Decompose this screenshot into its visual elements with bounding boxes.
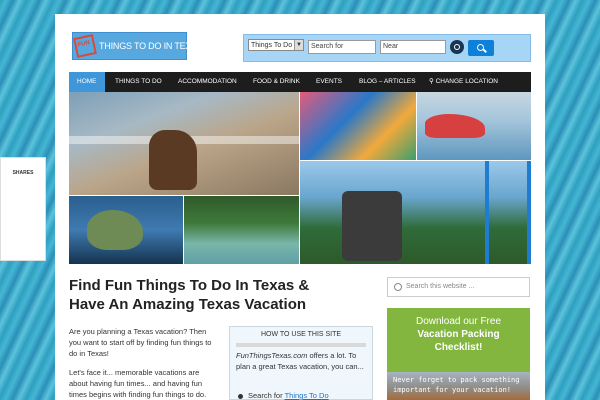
hero-image-sea-turtle — [69, 196, 183, 264]
main-nav: HOME THINGS TO DO ACCOMMODATION FOOD & D… — [69, 72, 531, 92]
nav-item-food-drink[interactable]: FOOD & DRINK — [253, 72, 300, 92]
hero-image-roller-coaster — [300, 161, 531, 264]
share-label: SHARES — [12, 170, 34, 176]
page-container: FUN THINGS TO DO IN TEXAS Things To Do ▼… — [55, 14, 545, 400]
category-select[interactable]: Things To Do ▼ — [248, 39, 304, 51]
search-button[interactable] — [468, 40, 494, 56]
search-icon — [394, 283, 402, 291]
download-checklist-banner[interactable]: Download our Free Vacation Packing Check… — [387, 308, 530, 372]
map-pin-icon: ⚲ — [429, 78, 434, 85]
how-to-bullet: Search for Things To Do — [248, 391, 329, 400]
select-arrow-icon: ▼ — [294, 40, 303, 50]
share-widget[interactable]: SHARES — [0, 157, 46, 261]
page-title: Find Fun Things To Do In Texas & Have An… — [69, 277, 310, 313]
locate-me-icon[interactable] — [450, 40, 464, 54]
divider — [236, 343, 366, 347]
nav-item-home[interactable]: HOME — [69, 72, 105, 92]
hero-image-beach-horseback — [69, 92, 299, 195]
nav-item-events[interactable]: EVENTS — [316, 72, 342, 92]
hero-image-river-tubing — [184, 196, 299, 264]
logo-text: THINGS TO DO IN TEXAS — [99, 41, 203, 51]
location-input[interactable]: Near — [380, 40, 446, 54]
intro-paragraph: Are you planning a Texas vacation? Then … — [69, 327, 212, 358]
how-to-title: HOW TO USE THIS SITE — [260, 331, 342, 338]
how-to-text: FunThingsTexas.com offers a lot. To plan… — [236, 351, 364, 371]
hero-image-jet-ski — [417, 92, 531, 160]
intro-paragraph-2: Let's face it... memorable vacations are… — [69, 368, 207, 399]
how-to-box: HOW TO USE THIS SITE FunThingsTexas.com … — [229, 326, 373, 400]
hero-image-beach-umbrellas — [300, 92, 416, 160]
nav-item-blog[interactable]: BLOG – ARTICLES — [359, 72, 416, 92]
nav-item-change-location[interactable]: ⚲ CHANGE LOCATION — [429, 72, 498, 92]
keyword-input[interactable]: Search for — [308, 40, 376, 54]
nav-item-things-to-do[interactable]: THINGS TO DO — [115, 72, 162, 92]
packing-checklist-image[interactable]: Never forget to pack something important… — [387, 372, 530, 400]
logo-badge: FUN — [73, 34, 97, 58]
sidebar-search-input[interactable]: Search this website ... — [387, 277, 530, 297]
header-search-bar: Things To Do ▼ Search for Near — [243, 34, 531, 62]
things-to-do-link[interactable]: Things To Do — [285, 391, 329, 400]
site-logo[interactable]: FUN THINGS TO DO IN TEXAS — [72, 32, 203, 60]
bullet-icon — [238, 394, 243, 399]
nav-item-accommodation[interactable]: ACCOMMODATION — [178, 72, 237, 92]
hero-collage — [69, 92, 531, 264]
